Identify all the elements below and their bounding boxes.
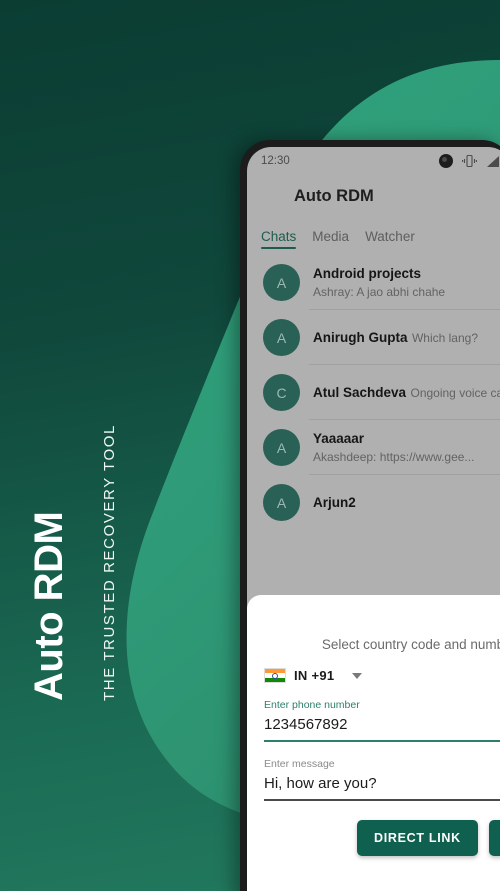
chat-name: Arjun2 <box>313 494 356 510</box>
status-time: 12:30 <box>261 155 290 167</box>
app-title: Auto RDM <box>294 186 374 205</box>
tab-chats[interactable]: Chats <box>261 229 297 249</box>
country-code-label: IN +91 <box>294 668 335 683</box>
branding: Auto RDM THE TRUSTED RECOVERY TOOL <box>0 0 230 891</box>
message-underline <box>264 799 500 801</box>
status-bar: 12:30 <box>247 147 500 175</box>
sheet-actions: DIRECT LINK SEND <box>357 819 500 856</box>
signal-icon <box>487 155 499 167</box>
status-icons <box>439 154 500 168</box>
app-bar: Auto RDM <box>247 175 500 217</box>
avatar: A <box>263 484 300 521</box>
bottom-sheet-dialog: Select country code and number IN +91 En… <box>247 595 500 891</box>
phone-number-field[interactable]: Enter phone number 1234567892 <box>264 699 500 742</box>
list-item[interactable]: A Anirugh Gupta Which lang? <box>247 310 500 365</box>
avatar: A <box>263 319 300 356</box>
avatar: A <box>263 264 300 301</box>
tab-bar: Chats Media Watcher <box>247 217 500 249</box>
avatar: A <box>263 429 300 466</box>
list-item[interactable]: A Yaaaaar Akashdeep: https://www.gee... <box>247 420 500 475</box>
phone-number-input[interactable]: 1234567892 <box>264 716 500 733</box>
phone-number-label: Enter phone number <box>264 699 360 711</box>
message-field[interactable]: Enter message Hi, how are you? <box>264 758 500 801</box>
chat-name: Yaaaaar <box>313 430 365 446</box>
brand-title: Auto RDM <box>27 511 71 701</box>
avatar: C <box>263 374 300 411</box>
tab-watcher[interactable]: Watcher <box>365 229 415 249</box>
message-label: Enter message <box>264 758 335 770</box>
app-screenshot: Auto RDM THE TRUSTED RECOVERY TOOL 12:30 <box>0 0 500 891</box>
chat-snippet: Which lang? <box>411 330 478 345</box>
chat-name: Atul Sachdeva <box>313 384 407 400</box>
phone-number-underline <box>264 740 500 742</box>
chat-name: Android projects <box>313 265 422 281</box>
sheet-heading: Select country code and number <box>321 637 500 652</box>
chat-name: Anirugh Gupta <box>313 329 408 345</box>
list-item[interactable]: C Atul Sachdeva Ongoing voice call <box>247 365 500 420</box>
tab-media[interactable]: Media <box>312 229 349 249</box>
message-input[interactable]: Hi, how are you? <box>264 775 500 792</box>
chat-snippet: Akashdeep: https://www.gee... <box>313 449 475 464</box>
send-button[interactable]: SEND <box>488 819 500 856</box>
india-flag-icon <box>264 668 286 683</box>
vibrate-icon <box>462 154 477 168</box>
chat-snippet: Ashray: A jao abhi chahe <box>313 284 446 299</box>
brand-tagline: THE TRUSTED RECOVERY TOOL <box>101 423 118 701</box>
direct-link-button[interactable]: DIRECT LINK <box>357 819 478 856</box>
chevron-down-icon[interactable] <box>352 672 363 679</box>
camera-punchhole-icon <box>439 154 453 168</box>
list-item[interactable]: A Arjun2 <box>247 475 500 530</box>
chat-snippet: Ongoing voice call <box>410 385 500 400</box>
country-code-selector[interactable]: IN +91 <box>264 668 500 683</box>
list-item[interactable]: A Android projects Ashray: A jao abhi ch… <box>247 255 500 310</box>
chat-list: A Android projects Ashray: A jao abhi ch… <box>247 249 500 530</box>
